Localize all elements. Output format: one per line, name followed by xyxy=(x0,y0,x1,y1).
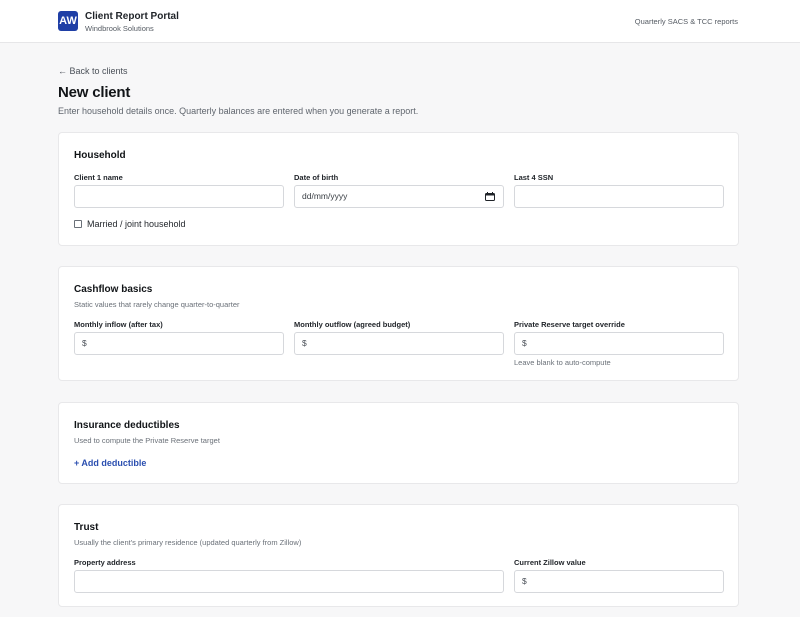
client1-name-input[interactable] xyxy=(74,185,284,208)
inflow-label: Monthly inflow (after tax) xyxy=(74,320,163,329)
app-subtitle: Windbrook Solutions xyxy=(85,24,154,33)
brand-logo: AW xyxy=(58,11,78,31)
cashflow-card: Cashflow basics Static values that rarel… xyxy=(58,266,739,381)
currency-prefix: $ xyxy=(302,338,307,348)
reserve-input[interactable]: $ xyxy=(514,332,724,355)
currency-prefix: $ xyxy=(82,338,87,348)
currency-prefix: $ xyxy=(522,338,527,348)
property-address-label: Property address xyxy=(74,558,136,567)
page-title: New client xyxy=(58,84,131,101)
dob-placeholder: dd/mm/yyyy xyxy=(302,191,348,201)
married-checkbox[interactable] xyxy=(74,220,82,228)
cashflow-subtitle: Static values that rarely change quarter… xyxy=(74,300,240,309)
app-title: Client Report Portal xyxy=(85,11,179,22)
cashflow-title: Cashflow basics xyxy=(74,284,153,295)
client1-name-label: Client 1 name xyxy=(74,173,123,182)
top-bar: AW Client Report Portal Windbrook Soluti… xyxy=(0,0,800,43)
insurance-card: Insurance deductibles Used to compute th… xyxy=(58,402,739,484)
property-address-input[interactable] xyxy=(74,570,504,593)
reserve-label: Private Reserve target override xyxy=(514,320,625,329)
zillow-value-input[interactable]: $ xyxy=(514,570,724,593)
household-card: Household Client 1 name Date of birth dd… xyxy=(58,132,739,246)
household-title: Household xyxy=(74,150,126,161)
back-to-clients-link[interactable]: ← Back to clients xyxy=(58,66,128,76)
trust-subtitle: Usually the client's primary residence (… xyxy=(74,538,302,547)
calendar-icon[interactable] xyxy=(485,192,495,201)
dob-label: Date of birth xyxy=(294,173,339,182)
currency-prefix: $ xyxy=(522,576,527,586)
trust-card: Trust Usually the client's primary resid… xyxy=(58,504,739,607)
outflow-label: Monthly outflow (agreed budget) xyxy=(294,320,411,329)
ssn-input[interactable] xyxy=(514,185,724,208)
header-tagline: Quarterly SACS & TCC reports xyxy=(634,17,738,26)
married-label: Married / joint household xyxy=(87,219,186,229)
trust-title: Trust xyxy=(74,522,99,533)
page-description: Enter household details once. Quarterly … xyxy=(58,106,419,116)
ssn-label: Last 4 SSN xyxy=(514,173,554,182)
add-deductible-button[interactable]: + Add deductible xyxy=(74,458,146,468)
insurance-subtitle: Used to compute the Private Reserve targ… xyxy=(74,436,220,445)
zillow-value-label: Current Zillow value xyxy=(514,558,586,567)
outflow-input[interactable]: $ xyxy=(294,332,504,355)
reserve-hint: Leave blank to auto-compute xyxy=(514,358,611,367)
insurance-title: Insurance deductibles xyxy=(74,420,180,431)
inflow-input[interactable]: $ xyxy=(74,332,284,355)
dob-input[interactable]: dd/mm/yyyy xyxy=(294,185,504,208)
